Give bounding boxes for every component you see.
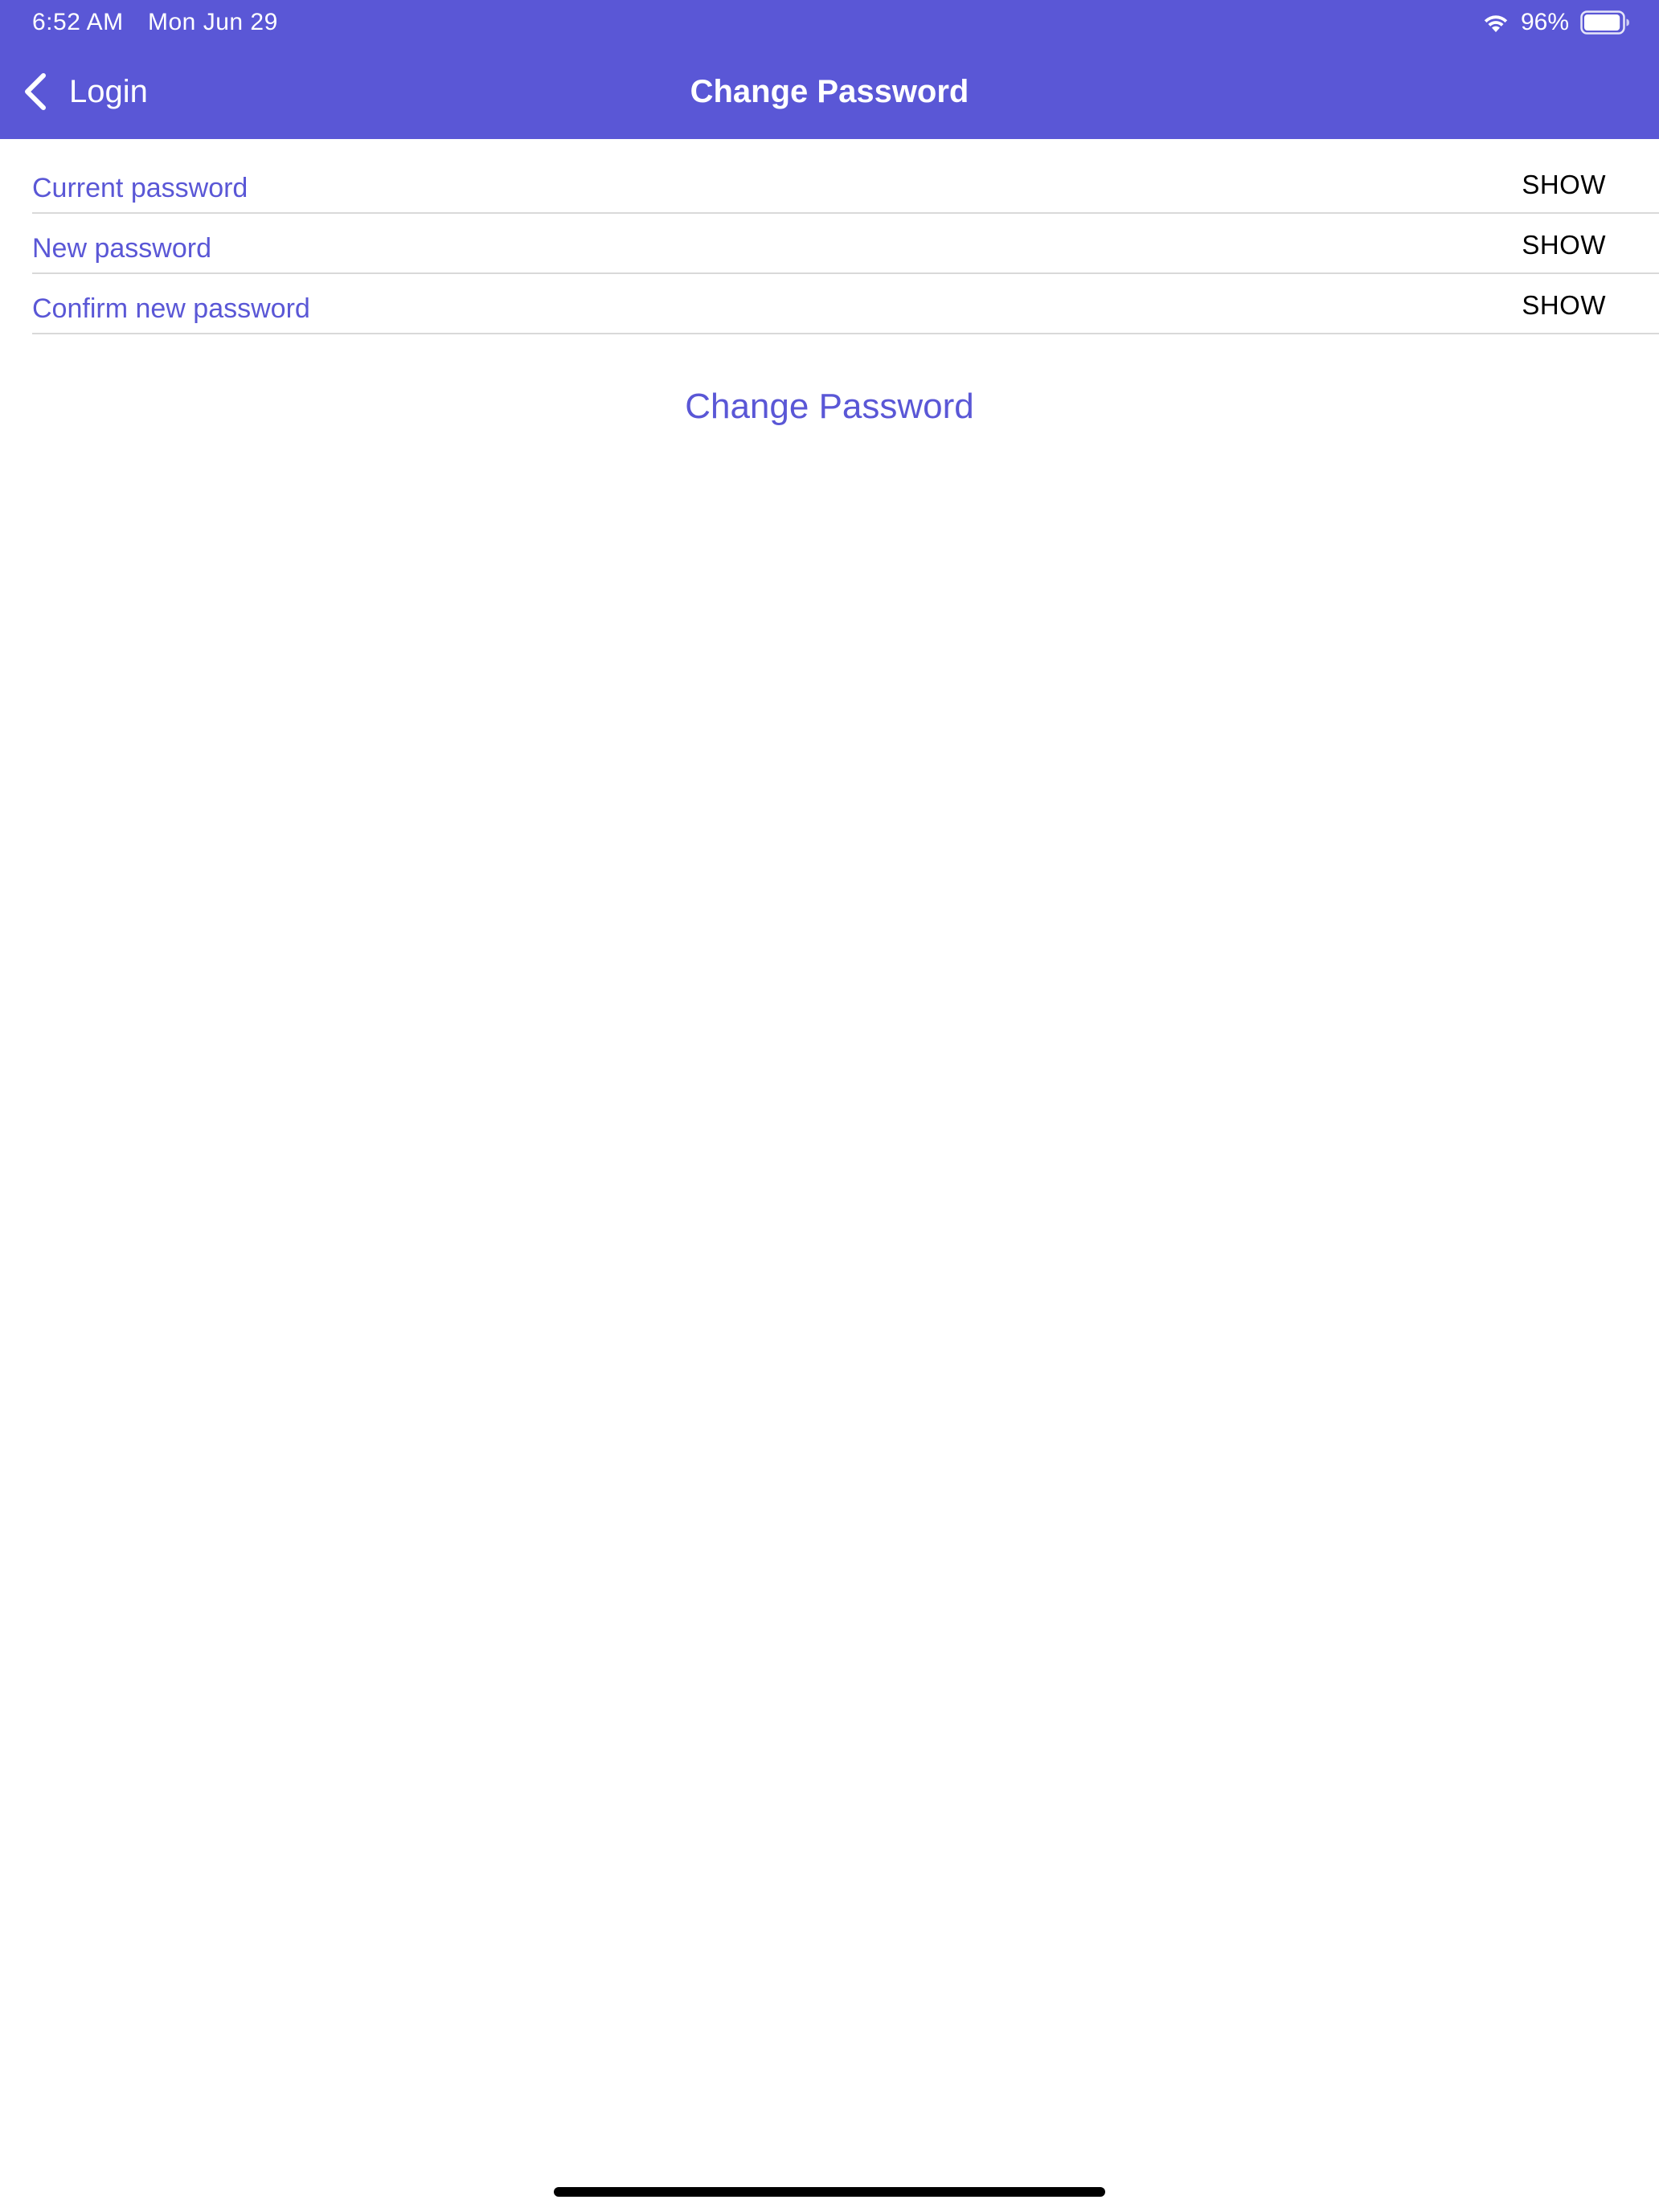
page-title: Change Password (690, 74, 969, 109)
change-password-form: SHOW SHOW SHOW (0, 139, 1659, 334)
new-password-row: SHOW (32, 214, 1659, 274)
new-password-input[interactable] (32, 224, 1479, 272)
battery-percent: 96% (1520, 9, 1569, 35)
battery-fill (1584, 14, 1620, 31)
battery-icon (1580, 10, 1629, 35)
home-indicator (554, 2187, 1105, 2197)
new-password-show-toggle[interactable]: SHOW (1522, 229, 1606, 261)
navigation-bar: Login Change Password (0, 45, 1659, 139)
app-header: 6:52 AM Mon Jun 29 96% Login Change Pass… (0, 0, 1659, 139)
change-password-button[interactable]: Change Password (0, 381, 1659, 432)
wifi-icon (1484, 15, 1508, 32)
status-date: Mon Jun 29 (148, 9, 278, 35)
status-indicators: 96% (1481, 8, 1630, 37)
confirm-password-show-toggle[interactable]: SHOW (1522, 289, 1606, 322)
current-password-show-toggle[interactable]: SHOW (1522, 169, 1606, 201)
current-password-input[interactable] (32, 164, 1479, 212)
confirm-password-input[interactable] (32, 285, 1479, 333)
current-password-row: SHOW (32, 139, 1659, 214)
confirm-password-row: SHOW (32, 274, 1659, 334)
status-time: 6:52 AM (32, 9, 124, 35)
status-bar: 6:52 AM Mon Jun 29 96% (0, 0, 1659, 45)
